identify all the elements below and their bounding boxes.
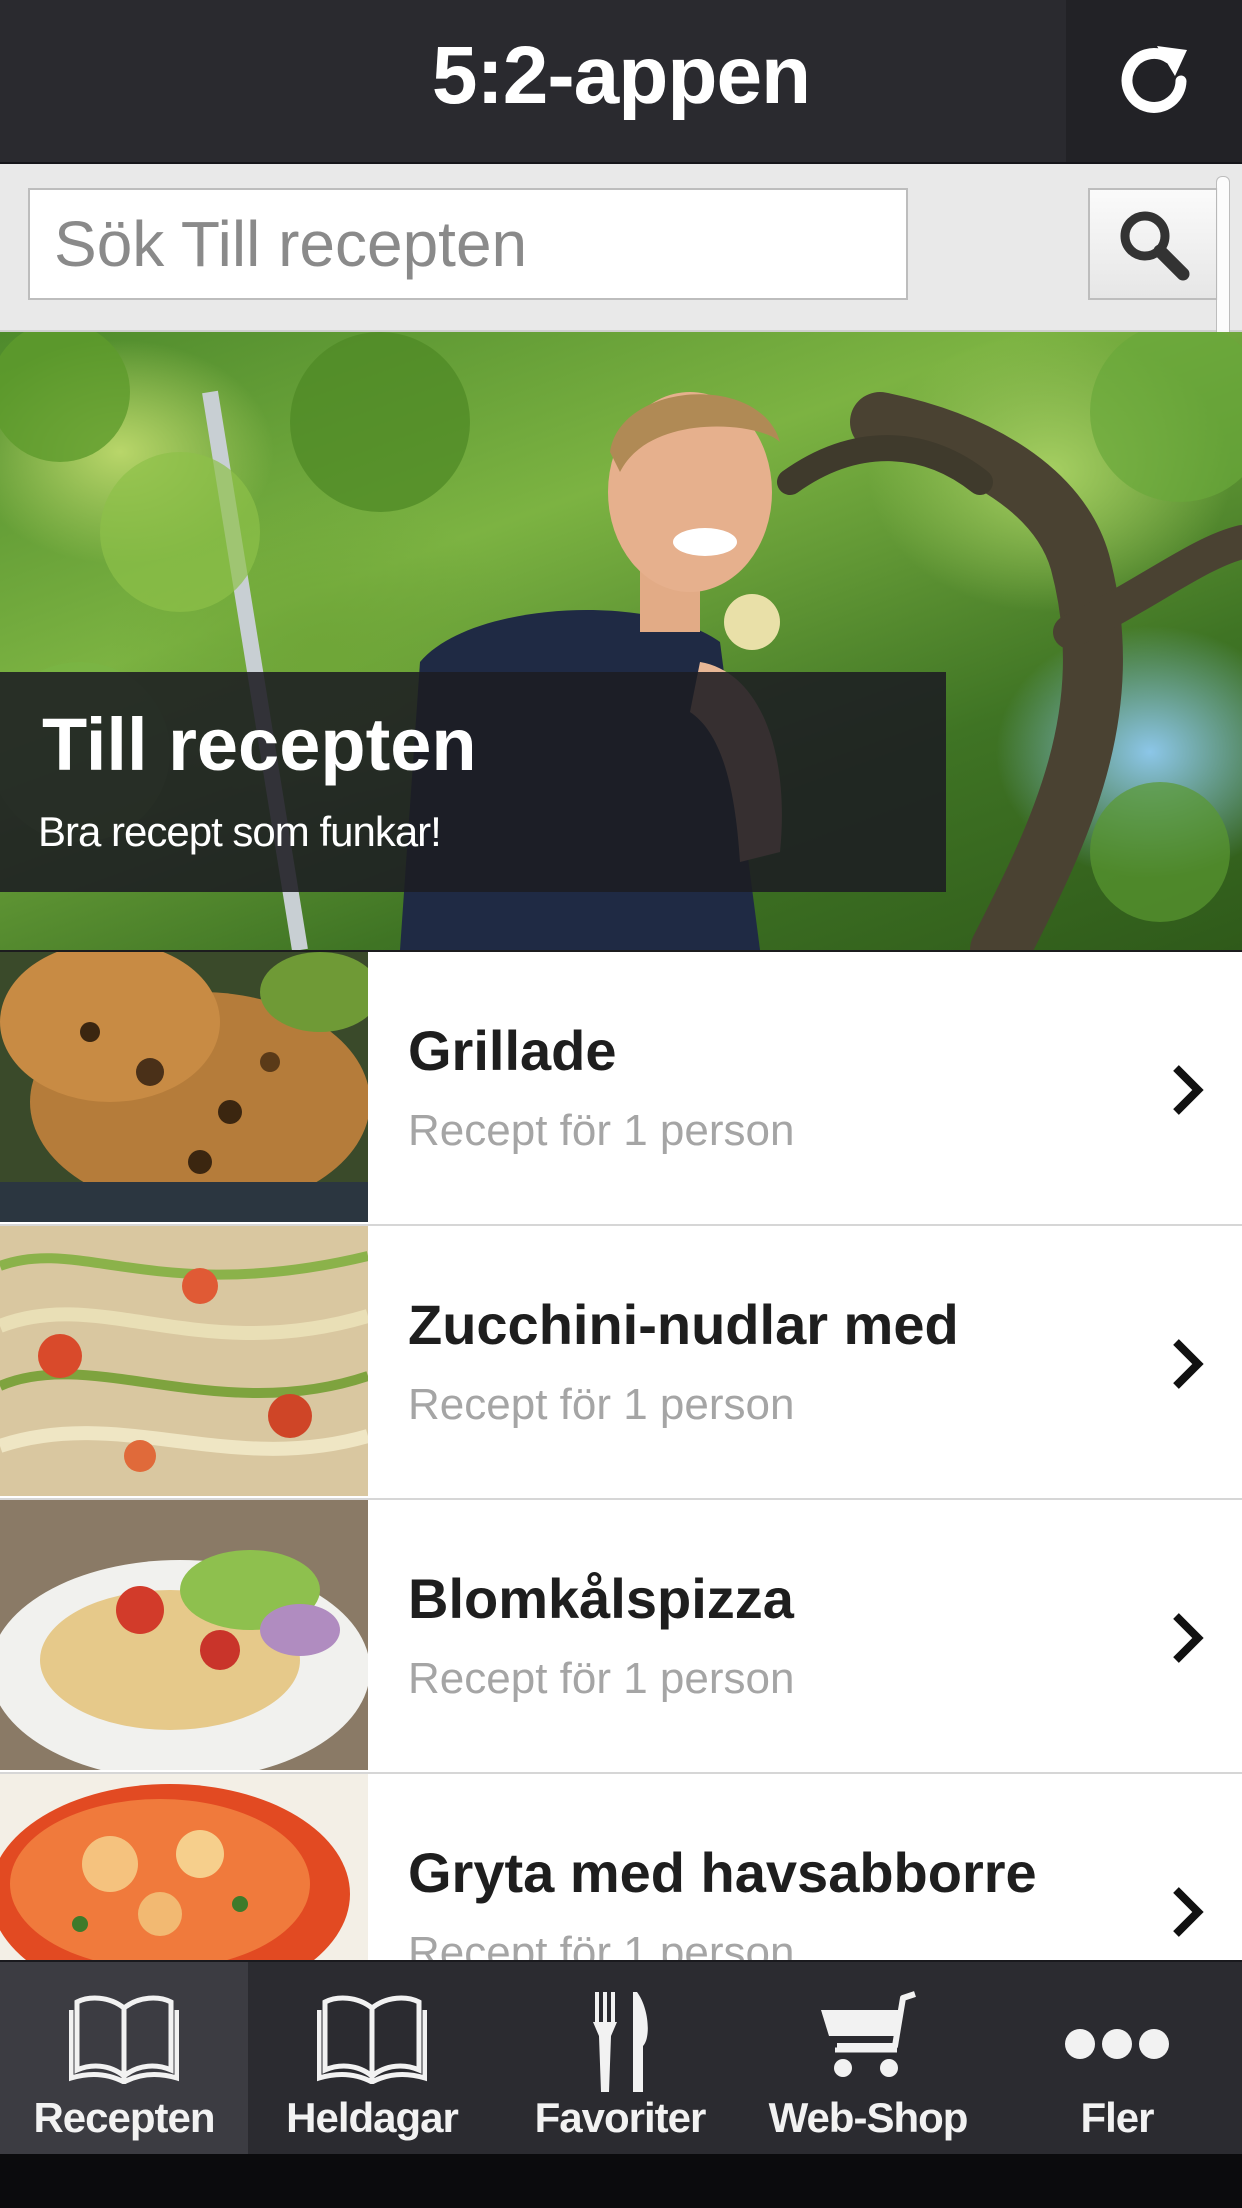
refresh-icon <box>1121 46 1187 113</box>
bottom-edge <box>0 2154 1242 2208</box>
chevron-right-icon <box>1173 1065 1204 1115</box>
tab-fler[interactable]: Fler <box>992 1962 1242 2156</box>
recipe-thumbnail <box>0 1226 368 1496</box>
more-icon <box>1065 2029 1169 2059</box>
chevron-right-icon <box>1173 1339 1204 1389</box>
recipe-title: Grillade <box>408 1019 617 1082</box>
tab-favoriter[interactable]: Favoriter <box>496 1962 744 2156</box>
chevron-right-icon <box>1173 1613 1204 1663</box>
book-icon <box>69 1995 179 2084</box>
app-title: 5:2-appen <box>431 30 811 121</box>
app-header: 5:2-appen <box>0 0 1242 164</box>
recipe-subtitle: Recept för 1 person <box>408 1380 795 1429</box>
recipe-thumbnail <box>0 952 368 1222</box>
recipe-thumbnail <box>0 1500 368 1770</box>
hero-title: Till recepten <box>42 703 477 786</box>
recipe-subtitle: Recept för 1 person <box>408 1928 795 1960</box>
refresh-button[interactable] <box>1066 0 1242 162</box>
tab-label: Favoriter <box>534 2094 707 2141</box>
tab-heldagar[interactable]: Heldagar <box>248 1962 496 2156</box>
recipe-row-gryta-havsabborre[interactable]: Gryta med havsabborre Recept för 1 perso… <box>0 1774 1242 1960</box>
hero-caption: Till recepten Bra recept som funkar! <box>0 672 946 892</box>
recipe-title: Zucchini-nudlar med <box>408 1293 959 1356</box>
tab-label: Heldagar <box>286 2094 459 2141</box>
tab-recepten[interactable]: Recepten <box>0 1962 248 2156</box>
tab-bar: Recepten Heldagar Favoriter Web-Shop Fle… <box>0 1960 1242 2156</box>
recipe-title: Gryta med havsabborre <box>408 1841 1037 1904</box>
chevron-right-icon <box>1173 1887 1204 1937</box>
book-icon <box>317 1995 427 2084</box>
hero-subtitle: Bra recept som funkar! <box>38 808 442 855</box>
recipe-row-grillade[interactable]: Grillade Recept för 1 person <box>0 952 1242 1226</box>
cart-icon <box>821 1991 916 2077</box>
search-bar <box>0 164 1242 332</box>
recipe-title: Blomkålspizza <box>408 1567 794 1630</box>
tab-label: Web-Shop <box>768 2094 969 2141</box>
tab-web-shop[interactable]: Web-Shop <box>744 1962 992 2156</box>
search-button[interactable] <box>1088 188 1218 300</box>
tab-label: Recepten <box>33 2094 215 2141</box>
recipe-subtitle: Recept för 1 person <box>408 1106 795 1155</box>
recipe-thumbnail <box>0 1774 368 1960</box>
recipe-row-zucchini-nudlar[interactable]: Zucchini-nudlar med Recept för 1 person <box>0 1226 1242 1500</box>
recipe-row-blomkalspizza[interactable]: Blomkålspizza Recept för 1 person <box>0 1500 1242 1774</box>
recipe-list: Grillade Recept för 1 person Zucchini-nu… <box>0 952 1242 1960</box>
recipe-subtitle: Recept för 1 person <box>408 1654 795 1703</box>
fork-knife-icon <box>593 1992 648 2092</box>
tab-label: Fler <box>1080 2094 1154 2141</box>
search-input[interactable] <box>28 188 908 300</box>
hero-banner[interactable]: Till recepten Bra recept som funkar! <box>0 332 1242 950</box>
search-icon <box>1120 211 1190 281</box>
